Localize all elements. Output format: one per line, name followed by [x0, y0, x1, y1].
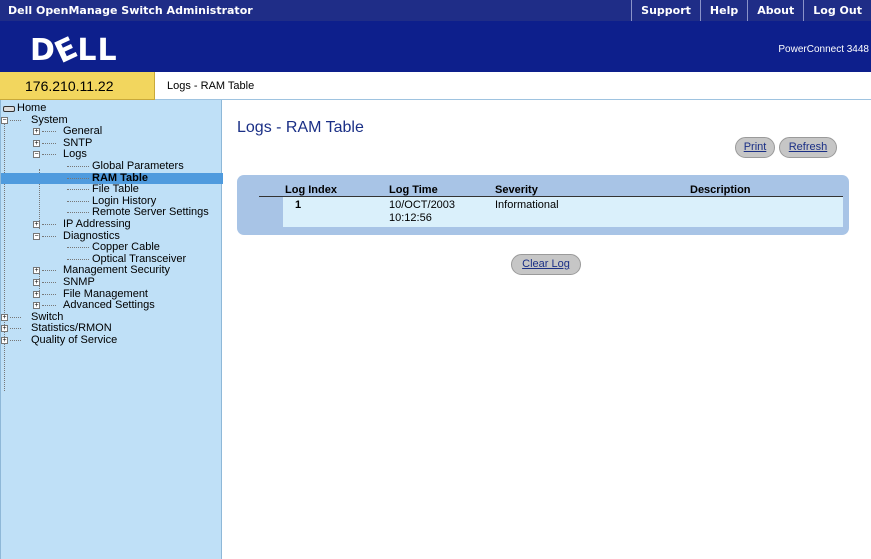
tree-global-parameters[interactable]: Global Parameters: [1, 160, 223, 173]
device-ip: 176.210.11.22: [25, 78, 114, 94]
clear-log-button[interactable]: Clear Log: [511, 254, 581, 275]
tree-home[interactable]: Home: [1, 103, 223, 115]
column-header-severity: Severity: [495, 184, 538, 196]
support-link[interactable]: Support: [631, 0, 700, 21]
navigation-tree: Home − System + General + SNTP − Logs Gl…: [1, 103, 223, 391]
top-menu-bar: Dell OpenManage Switch Administrator Sup…: [0, 0, 871, 21]
log-index-cell: 1: [295, 199, 302, 211]
log-time-clock-cell: 10:12:56: [389, 212, 432, 224]
expand-icon[interactable]: +: [33, 302, 40, 310]
tree-system[interactable]: − System: [1, 114, 223, 127]
about-link[interactable]: About: [747, 0, 803, 21]
tree-general[interactable]: + General: [1, 126, 223, 138]
collapse-icon[interactable]: −: [33, 232, 40, 240]
top-menu: Support Help About Log Out: [631, 0, 871, 21]
expand-icon[interactable]: +: [1, 313, 8, 321]
help-link[interactable]: Help: [699, 0, 747, 21]
refresh-button[interactable]: Refresh: [779, 137, 837, 158]
breadcrumb-text: Logs - RAM Table: [167, 80, 255, 92]
log-out-link[interactable]: Log Out: [803, 0, 871, 21]
expand-icon[interactable]: +: [1, 325, 8, 333]
tree-sntp[interactable]: + SNTP: [1, 137, 223, 150]
expand-icon[interactable]: +: [1, 336, 8, 344]
main-content: Logs - RAM Table Print Refresh Log Index…: [223, 100, 871, 559]
print-button[interactable]: Print: [735, 137, 775, 158]
expand-icon[interactable]: +: [33, 278, 40, 286]
banner: DELL PowerConnect 3448: [0, 21, 871, 72]
tree-ip-addressing[interactable]: + IP Addressing: [1, 218, 223, 231]
tree-file-table[interactable]: File Table: [1, 184, 223, 196]
column-header-log-time: Log Time: [389, 184, 438, 196]
expand-icon[interactable]: +: [33, 220, 40, 228]
log-table: Log Index Log Time Severity Description …: [237, 175, 849, 235]
tree-quality-of-service[interactable]: + Quality of Service: [1, 334, 223, 347]
tree-advanced-settings[interactable]: + Advanced Settings: [1, 300, 223, 312]
dell-logo: DELL: [30, 30, 118, 71]
collapse-icon[interactable]: −: [33, 151, 40, 159]
log-time-date-cell: 10/OCT/2003: [389, 199, 456, 211]
expand-icon[interactable]: +: [33, 128, 40, 136]
table-row: [283, 197, 843, 227]
product-name: PowerConnect 3448: [778, 44, 869, 55]
collapse-icon[interactable]: −: [1, 116, 8, 124]
home-icon: [3, 106, 15, 112]
device-ip-box: 176.210.11.22: [0, 72, 155, 100]
expand-icon[interactable]: +: [33, 139, 40, 147]
tree-snmp[interactable]: + SNMP: [1, 276, 223, 289]
tree-copper-cable[interactable]: Copper Cable: [1, 242, 223, 254]
column-header-log-index: Log Index: [285, 184, 337, 196]
expand-icon[interactable]: +: [33, 267, 40, 275]
breadcrumb: Logs - RAM Table: [155, 72, 871, 100]
sidebar: Home − System + General + SNTP − Logs Gl…: [0, 100, 223, 559]
app-title: Dell OpenManage Switch Administrator: [8, 4, 253, 17]
tree-management-security[interactable]: + Management Security: [1, 265, 223, 277]
page-title: Logs - RAM Table: [237, 119, 364, 136]
expand-icon[interactable]: +: [33, 290, 40, 298]
column-header-description: Description: [690, 184, 751, 196]
severity-cell: Informational: [495, 199, 559, 211]
